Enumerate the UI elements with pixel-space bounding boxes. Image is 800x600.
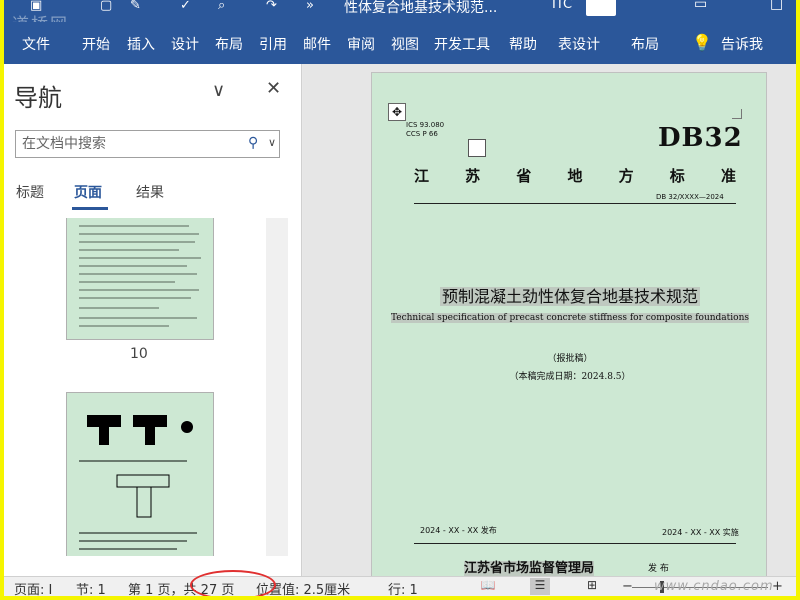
draft-label: （报批稿） <box>547 354 593 364</box>
word-window: ▣ ▢ ✎ ✓ ⌕ ↷ » 性体复合地基技术规范... ITC ▭ □ 道桥网 … <box>4 0 796 596</box>
tab-view[interactable]: 视图 <box>391 34 419 54</box>
tab-pages[interactable]: 页面 <box>74 182 102 202</box>
page-thumbnail[interactable] <box>66 218 214 340</box>
document-area[interactable]: ✥ ICS 93.080 CCS P 66 DB32 江 苏 省 地 方 标 准… <box>303 64 796 582</box>
chevron-down-icon[interactable]: ∨ <box>212 80 225 101</box>
tab-developer[interactable]: 开发工具 <box>434 34 490 54</box>
check-icon[interactable]: ✓ <box>180 0 191 14</box>
ics-line: ICS 93.080 <box>406 121 445 129</box>
new-doc-icon[interactable]: ▢ <box>100 0 112 14</box>
standard-number: DB 32/XXXX—2024 <box>656 193 724 201</box>
search-icon[interactable]: ⚲ <box>248 135 258 151</box>
search-preview-icon[interactable]: ⌕ <box>218 0 225 14</box>
ribbon-options-icon[interactable]: ▭ <box>694 0 707 12</box>
nav-title: 导航 <box>14 84 62 112</box>
issuing-authority: 江苏省市场监督管理局 <box>464 557 595 576</box>
ribbon-tabs: 文件 开始 插入 设计 布局 引用 邮件 审阅 视图 开发工具 帮助 表设计 布… <box>4 22 796 64</box>
print-layout-icon[interactable]: ☰ <box>530 578 550 595</box>
province-char: 地 <box>567 167 583 185</box>
tab-layout[interactable]: 布局 <box>215 34 243 54</box>
title-chinese: 预制混凝土劲性体复合地基技术规范 <box>372 283 768 307</box>
page-indicator[interactable]: 页面: I <box>14 579 52 596</box>
watermark-url: www.cndao.com <box>654 579 774 594</box>
search-box[interactable]: ⚲ ∨ <box>15 130 280 158</box>
document-page[interactable]: ✥ ICS 93.080 CCS P 66 DB32 江 苏 省 地 方 标 准… <box>371 72 767 582</box>
tab-results[interactable]: 结果 <box>136 182 164 202</box>
page-thumbnails: 10 <box>4 218 302 556</box>
close-icon[interactable]: ✕ <box>266 78 281 99</box>
pen-icon[interactable]: ✎ <box>130 0 141 14</box>
web-layout-icon[interactable]: ⊞ <box>582 578 602 595</box>
ics-code: ICS 93.080 CCS P 66 <box>406 121 444 139</box>
document-title: 性体复合地基技术规范... <box>344 0 498 16</box>
province-char: 准 <box>720 167 736 185</box>
page-thumbnail[interactable] <box>66 392 214 556</box>
restore-icon[interactable]: □ <box>770 0 783 12</box>
tab-help[interactable]: 帮助 <box>509 34 537 54</box>
navigation-pane: 导航 ∨ ✕ ⚲ ∨ 标题 页面 结果 <box>4 64 302 576</box>
lightbulb-icon[interactable]: 💡 <box>692 33 712 52</box>
search-input[interactable] <box>22 134 232 154</box>
province-char: 江 <box>414 167 430 185</box>
status-bar: 页面: I 节: 1 第 1 页，共 27 页 位置值: 2.5厘米 行: 1 … <box>4 576 796 596</box>
title-chinese-text: 预制混凝土劲性体复合地基技术规范 <box>439 287 700 306</box>
page-number-label: 10 <box>130 346 148 362</box>
thumbnail-diagram <box>79 415 197 550</box>
tab-table-design[interactable]: 表设计 <box>558 34 600 54</box>
title-bar: ▣ ▢ ✎ ✓ ⌕ ↷ » 性体复合地基技术规范... ITC ▭ □ <box>4 0 796 22</box>
tab-mailings[interactable]: 邮件 <box>303 34 331 54</box>
scrollbar[interactable] <box>266 218 288 556</box>
read-mode-icon[interactable]: 📖 <box>478 578 498 595</box>
annotation-ellipse <box>190 570 276 596</box>
chevron-down-icon[interactable]: ∨ <box>268 136 276 149</box>
tab-references[interactable]: 引用 <box>259 34 287 54</box>
tab-review[interactable]: 审阅 <box>347 34 375 54</box>
province-char: 标 <box>669 167 685 185</box>
user-name[interactable]: ITC <box>552 0 572 12</box>
province-char: 省 <box>516 167 532 185</box>
divider <box>414 543 736 544</box>
release-date: 2024 - XX - XX 发布 <box>420 526 497 535</box>
tab-insert[interactable]: 插入 <box>127 34 155 54</box>
publish-label: 发 布 <box>648 564 669 574</box>
more-qa-icon[interactable]: » <box>306 0 314 14</box>
completion-date: （本稿完成日期：2024.8.5） <box>509 372 631 382</box>
standard-type: 江 苏 省 地 方 标 准 <box>414 165 736 186</box>
issuing-authority-text: 江苏省市场监督管理局 <box>464 561 595 576</box>
title-english-text: Technical specification of precast concr… <box>390 313 750 323</box>
implement-date: 2024 - XX - XX 实施 <box>662 528 739 537</box>
margin-corner <box>732 109 742 119</box>
tab-design[interactable]: 设计 <box>171 34 199 54</box>
tab-file[interactable]: 文件 <box>22 34 50 54</box>
tab-home[interactable]: 开始 <box>82 34 110 54</box>
redo-icon[interactable]: ↷ <box>266 0 277 14</box>
province-char: 苏 <box>465 167 481 185</box>
section-indicator[interactable]: 节: 1 <box>76 579 106 596</box>
tell-me[interactable]: 告诉我 <box>721 34 763 54</box>
title-english: Technical specification of precast concr… <box>372 313 768 323</box>
db-code: DB32 <box>658 123 743 153</box>
divider <box>414 203 736 204</box>
tab-headings[interactable]: 标题 <box>16 182 44 202</box>
line-indicator[interactable]: 行: 1 <box>388 579 418 596</box>
active-tab-indicator <box>72 207 108 210</box>
avatar[interactable] <box>586 0 616 16</box>
move-handle-icon[interactable]: ✥ <box>388 103 406 121</box>
province-char: 方 <box>618 167 634 185</box>
ccs-line: CCS P 66 <box>406 130 438 138</box>
tab-table-layout[interactable]: 布局 <box>631 34 659 54</box>
checkbox[interactable] <box>468 139 486 157</box>
